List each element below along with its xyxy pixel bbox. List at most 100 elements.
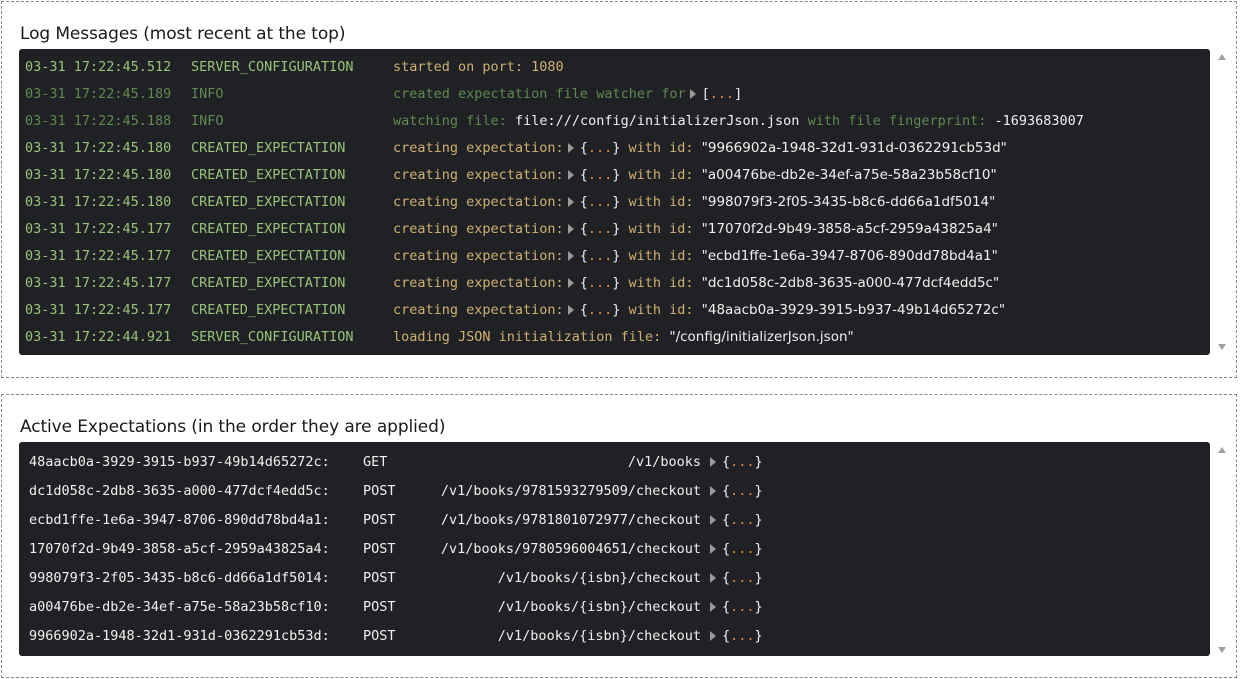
- expectation-body-toggle[interactable]: {...}: [706, 597, 763, 617]
- expectation-row: dc1d058c-2db8-3635-a000-477dcf4edd5c: POS…: [29, 481, 769, 510]
- expectation-body-toggle[interactable]: {...}: [706, 539, 763, 559]
- collapsed-ellipsis[interactable]: ...: [730, 541, 754, 557]
- expectation-method: POST: [363, 570, 396, 586]
- collapsed-close-bracket[interactable]: }: [755, 541, 763, 557]
- scroll-up-arrow-icon[interactable]: [1218, 447, 1226, 453]
- collapsed-open-bracket[interactable]: {: [580, 194, 588, 210]
- log-message: loading JSON initialization file: "/conf…: [393, 327, 854, 347]
- log-message: creating expectation: {...} with id: "a00…: [393, 165, 997, 185]
- collapsed-ellipsis[interactable]: ...: [730, 454, 754, 470]
- expectation-id: a00476be-db2e-34ef-a75e-58a23b58cf10:: [29, 599, 330, 615]
- log-level: INFO: [191, 86, 224, 102]
- scroll-up-arrow-icon[interactable]: [1218, 54, 1226, 60]
- collapsed-open-bracket[interactable]: {: [722, 483, 730, 499]
- log-fingerprint: -1693683007: [994, 113, 1084, 129]
- caret-right-icon[interactable]: [710, 573, 716, 583]
- collapsed-ellipsis[interactable]: ...: [588, 194, 612, 210]
- collapsed-open-bracket[interactable]: {: [722, 541, 730, 557]
- collapsed-open-bracket[interactable]: {: [722, 512, 730, 528]
- caret-right-icon[interactable]: [567, 170, 574, 180]
- collapsed-close-bracket[interactable]: }: [755, 483, 763, 499]
- collapsed-open-bracket[interactable]: {: [722, 570, 730, 586]
- caret-right-icon[interactable]: [710, 602, 716, 612]
- collapsed-close-bracket[interactable]: }: [612, 194, 620, 210]
- collapsed-close-bracket[interactable]: ]: [734, 86, 742, 102]
- log-messages-title: Log Messages (most recent at the top): [20, 24, 346, 44]
- scroll-down-arrow-icon[interactable]: [1218, 344, 1226, 350]
- collapsed-open-bracket[interactable]: {: [580, 302, 588, 318]
- collapsed-ellipsis[interactable]: ...: [730, 628, 754, 644]
- collapsed-ellipsis[interactable]: ...: [588, 275, 612, 291]
- scroll-down-arrow-icon[interactable]: [1218, 647, 1226, 653]
- caret-right-icon[interactable]: [710, 515, 716, 525]
- collapsed-open-bracket[interactable]: [: [702, 86, 710, 102]
- collapsed-ellipsis[interactable]: ...: [730, 570, 754, 586]
- collapsed-close-bracket[interactable]: }: [755, 570, 763, 586]
- collapsed-close-bracket[interactable]: }: [755, 628, 763, 644]
- collapsed-open-bracket[interactable]: {: [722, 628, 730, 644]
- collapsed-ellipsis[interactable]: ...: [588, 167, 612, 183]
- log-with-id-label: with id:: [628, 302, 694, 318]
- collapsed-ellipsis[interactable]: ...: [588, 302, 612, 318]
- collapsed-close-bracket[interactable]: }: [612, 140, 620, 156]
- collapsed-close-bracket[interactable]: }: [755, 512, 763, 528]
- log-level: SERVER_CONFIGURATION: [191, 59, 354, 75]
- expectation-body-toggle[interactable]: {...}: [706, 626, 763, 646]
- log-message: creating expectation: {...} with id: "ecb…: [393, 246, 998, 266]
- active-expectations-panel: Active Expectations (in the order they a…: [1, 394, 1237, 678]
- collapsed-ellipsis[interactable]: ...: [710, 86, 734, 102]
- caret-right-icon[interactable]: [567, 251, 574, 261]
- caret-right-icon[interactable]: [567, 305, 574, 315]
- collapsed-ellipsis[interactable]: ...: [730, 599, 754, 615]
- log-timestamp: 03-31 17:22:45.512: [25, 59, 172, 75]
- caret-right-icon[interactable]: [567, 143, 574, 153]
- collapsed-ellipsis[interactable]: ...: [588, 221, 612, 237]
- expectation-method: POST: [363, 541, 396, 557]
- log-message-text: creating expectation:: [393, 302, 564, 318]
- collapsed-close-bracket[interactable]: }: [612, 275, 620, 291]
- collapsed-ellipsis[interactable]: ...: [588, 248, 612, 264]
- expectation-body-toggle[interactable]: {...}: [706, 481, 763, 501]
- collapsed-open-bracket[interactable]: {: [580, 275, 588, 291]
- active-expectations-console[interactable]: 48aacb0a-3929-3915-b937-49b14d65272c: GET…: [19, 442, 1210, 656]
- collapsed-open-bracket[interactable]: {: [722, 454, 730, 470]
- caret-right-icon[interactable]: [567, 197, 574, 207]
- collapsed-open-bracket[interactable]: {: [580, 248, 588, 264]
- log-level: CREATED_EXPECTATION: [191, 275, 346, 291]
- expectation-body-toggle[interactable]: {...}: [706, 568, 763, 588]
- collapsed-close-bracket[interactable]: }: [612, 302, 620, 318]
- log-expectation-id: "dc1d058c-2db8-3635-a000-477dcf4edd5c": [701, 275, 1000, 291]
- collapsed-open-bracket[interactable]: {: [722, 599, 730, 615]
- collapsed-ellipsis[interactable]: ...: [730, 483, 754, 499]
- caret-right-icon[interactable]: [710, 631, 716, 641]
- log-message: creating expectation: {...} with id: "dc1…: [393, 273, 999, 293]
- log-message: watching file: file:///config/initialize…: [393, 111, 1084, 131]
- collapsed-open-bracket[interactable]: {: [580, 140, 588, 156]
- log-timestamp: 03-31 17:22:45.189: [25, 86, 172, 102]
- caret-right-icon[interactable]: [567, 224, 574, 234]
- log-message-text: creating expectation:: [393, 248, 564, 264]
- expectation-body-toggle[interactable]: {...}: [706, 452, 763, 472]
- expectation-row: 998079f3-2f05-3435-b8c6-dd66a1df5014: POS…: [29, 568, 769, 597]
- caret-right-icon[interactable]: [567, 278, 574, 288]
- caret-right-icon[interactable]: [689, 89, 696, 99]
- expectations-scrollbar[interactable]: [1216, 445, 1230, 655]
- collapsed-close-bracket[interactable]: }: [612, 221, 620, 237]
- log-level: CREATED_EXPECTATION: [191, 167, 346, 183]
- collapsed-open-bracket[interactable]: {: [580, 167, 588, 183]
- collapsed-close-bracket[interactable]: }: [755, 454, 763, 470]
- caret-right-icon[interactable]: [710, 544, 716, 554]
- collapsed-ellipsis[interactable]: ...: [588, 140, 612, 156]
- log-messages-console[interactable]: 03-31 17:22:45.512 SERVER_CONFIGURATION st…: [19, 49, 1210, 355]
- collapsed-ellipsis[interactable]: ...: [730, 512, 754, 528]
- collapsed-close-bracket[interactable]: }: [755, 599, 763, 615]
- collapsed-close-bracket[interactable]: }: [612, 167, 620, 183]
- collapsed-close-bracket[interactable]: }: [612, 248, 620, 264]
- caret-right-icon[interactable]: [710, 486, 716, 496]
- expectation-body-toggle[interactable]: {...}: [706, 510, 763, 530]
- collapsed-open-bracket[interactable]: {: [580, 221, 588, 237]
- log-timestamp: 03-31 17:22:44.921: [25, 329, 172, 345]
- expectation-row: 17070f2d-9b49-3858-a5cf-2959a43825a4: POS…: [29, 539, 769, 568]
- caret-right-icon[interactable]: [710, 457, 716, 467]
- log-scrollbar[interactable]: [1216, 52, 1230, 352]
